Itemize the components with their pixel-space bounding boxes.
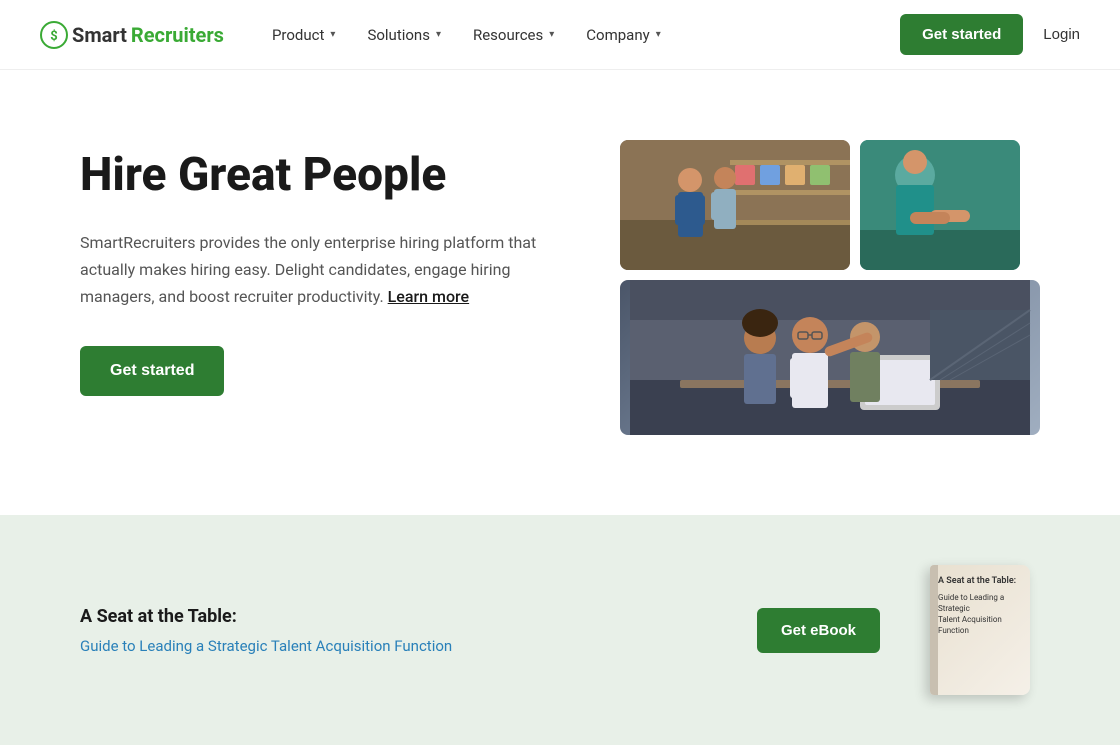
- hero-left: Hire Great People SmartRecruiters provid…: [80, 140, 560, 396]
- hero-section: Hire Great People SmartRecruiters provid…: [0, 70, 1120, 515]
- logo-icon: $: [40, 21, 68, 49]
- nav-item-product[interactable]: Product ▾: [272, 26, 335, 44]
- hero-image-top-right-svg: [860, 140, 1020, 270]
- hero-image-bottom-svg: [620, 280, 1040, 435]
- book-title-line3: Talent Acquisition Function: [938, 614, 1022, 636]
- logo-text-smart: Smart: [72, 23, 127, 47]
- banner-cta: Get eBook: [757, 608, 880, 653]
- learn-more-link[interactable]: Learn more: [388, 287, 469, 306]
- book-title-line2: Guide to Leading a Strategic: [938, 592, 1022, 614]
- banner-text: A Seat at the Table: Guide to Leading a …: [80, 606, 717, 655]
- get-ebook-button[interactable]: Get eBook: [757, 608, 880, 653]
- bottom-banner: A Seat at the Table: Guide to Leading a …: [0, 515, 1120, 745]
- hero-get-started-button[interactable]: Get started: [80, 346, 224, 396]
- nav-item-company[interactable]: Company ▾: [586, 26, 660, 44]
- nav-item-resources[interactable]: Resources ▾: [473, 26, 554, 44]
- svg-text:$: $: [50, 29, 57, 44]
- navbar-actions: Get started Login: [900, 14, 1080, 55]
- hero-title: Hire Great People: [80, 150, 560, 201]
- book-cover: A Seat at the Table: Guide to Leading a …: [930, 565, 1030, 695]
- hero-image-bottom: [620, 280, 1040, 435]
- chevron-down-icon: ▾: [549, 29, 554, 40]
- nav-solutions-label: Solutions: [367, 26, 430, 44]
- nav-item-solutions[interactable]: Solutions ▾: [367, 26, 441, 44]
- hero-description: SmartRecruiters provides the only enterp…: [80, 229, 540, 311]
- hero-image-top-left: [620, 140, 850, 270]
- chevron-down-icon: ▾: [330, 29, 335, 40]
- chevron-down-icon: ▾: [656, 29, 661, 40]
- banner-book: A Seat at the Table: Guide to Leading a …: [920, 565, 1040, 695]
- hero-image-top-right: [860, 140, 1020, 270]
- nav-resources-label: Resources: [473, 26, 543, 44]
- login-button[interactable]: Login: [1043, 26, 1080, 43]
- book-title-line1: A Seat at the Table:: [938, 575, 1022, 588]
- nav-product-label: Product: [272, 26, 324, 44]
- hero-image-top-left-svg: [620, 140, 850, 270]
- navbar: $ SmartRecruiters Product ▾ Solutions ▾ …: [0, 0, 1120, 70]
- nav-links: Product ▾ Solutions ▾ Resources ▾ Compan…: [272, 26, 900, 44]
- chevron-down-icon: ▾: [436, 29, 441, 40]
- logo-text-recruiters: Recruiters: [131, 23, 224, 47]
- nav-company-label: Company: [586, 26, 649, 44]
- logo-link[interactable]: $ SmartRecruiters: [40, 21, 224, 49]
- hero-images: [620, 140, 1040, 435]
- nav-get-started-button[interactable]: Get started: [900, 14, 1023, 55]
- banner-title: A Seat at the Table:: [80, 606, 717, 627]
